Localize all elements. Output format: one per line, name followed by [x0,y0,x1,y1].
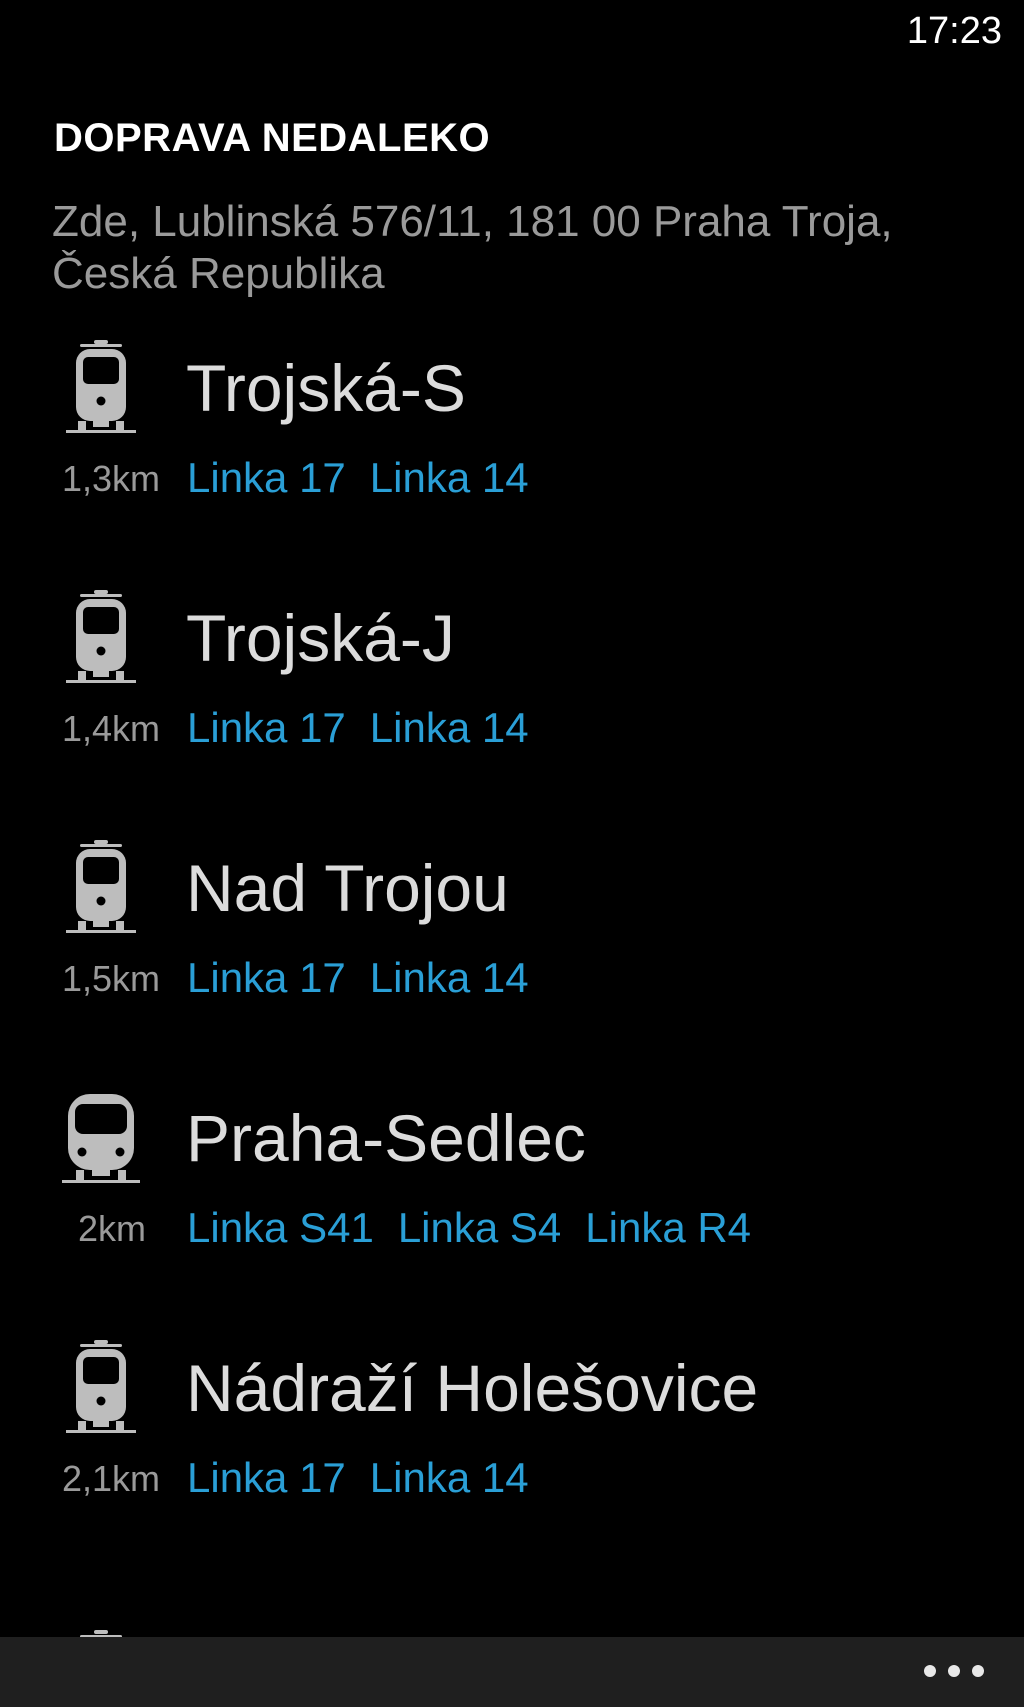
current-location: Zde, Lublinská 576/11, 181 00 Praha Troj… [52,197,893,298]
stop-item[interactable]: Trojská-J 1,4km Linka 17 Linka 14 [0,590,1024,790]
stop-distance: 1,4km [61,708,160,749]
more-dot [948,1665,960,1677]
more-dot [972,1665,984,1677]
stop-distance: 1,3km [61,458,160,499]
stop-item[interactable]: Nad Trojou 1,5km Linka 17 Linka 14 [0,840,1024,1040]
line-link[interactable]: Linka R4 [585,1204,751,1252]
line-link[interactable]: Linka 17 [187,704,346,752]
page-title: DOPRAVA NEDALEKO [54,116,491,160]
tram-icon [66,590,136,700]
stop-item[interactable]: Nádraží Holešovice 2,1km Linka 17 Linka … [0,1340,1024,1540]
stop-lines: Linka S41 Linka S4 Linka R4 [187,1204,751,1252]
line-link[interactable]: Linka S41 [187,1204,374,1252]
tram-icon [66,340,136,450]
tram-icon [66,1340,136,1450]
stop-distance: 1,5km [61,958,160,999]
stop-lines: Linka 17 Linka 14 [187,704,529,752]
stop-item[interactable]: Trojská-S 1,3km Linka 17 Linka 14 [0,340,1024,540]
stop-name: Trojská-S [186,351,466,425]
stop-name: Trojská-J [186,601,455,675]
status-bar: 17:23 [0,0,1024,70]
line-link[interactable]: Linka 14 [370,704,529,752]
line-link[interactable]: Linka 17 [187,1454,346,1502]
stop-lines: Linka 17 Linka 14 [187,454,529,502]
more-icon[interactable] [924,1659,984,1683]
line-link[interactable]: Linka 14 [370,454,529,502]
more-dot [924,1665,936,1677]
tram-icon [66,840,136,950]
line-link[interactable]: Linka 17 [187,954,346,1002]
train-icon [62,1090,140,1200]
line-link[interactable]: Linka 14 [370,1454,529,1502]
stop-name: Nad Trojou [186,851,509,925]
stop-lines: Linka 17 Linka 14 [187,954,529,1002]
stop-name: Praha-Sedlec [186,1101,586,1175]
line-link[interactable]: Linka 14 [370,954,529,1002]
stop-item[interactable]: Praha-Sedlec 2km Linka S41 Linka S4 Link… [0,1090,1024,1290]
line-link[interactable]: Linka S4 [398,1204,561,1252]
line-link[interactable]: Linka 17 [187,454,346,502]
stop-distance: 2,1km [61,1458,160,1499]
stop-lines: Linka 17 Linka 14 [187,1454,529,1502]
stop-name: Nádraží Holešovice [186,1351,759,1425]
stop-distance: 2km [77,1208,146,1249]
clock: 17:23 [906,10,1002,52]
app-bar [0,1637,1024,1707]
